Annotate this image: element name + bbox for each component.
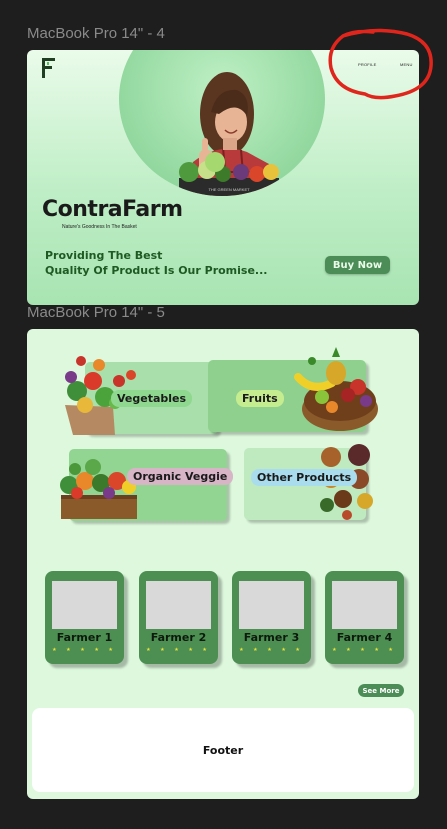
brand-tagline: Nature's Goodness In The Basket (62, 224, 137, 230)
organic-veggie-image (60, 459, 137, 519)
frame-label-4: MacBook Pro 14" - 4 (27, 25, 165, 42)
category-label-fruits: Fruits (236, 390, 284, 407)
farmer-photo (52, 581, 117, 629)
farmer-name: Farmer 3 (243, 631, 300, 644)
farmer-rating-stars: ★ ★ ★ ★ ★ (239, 647, 304, 653)
buy-now-button[interactable]: Buy Now (325, 256, 390, 274)
hero-image: THE GREEN MARKET (119, 50, 325, 196)
frame-label-5: MacBook Pro 14" - 5 (27, 304, 165, 321)
promise-text: Providing The Best Quality Of Product Is… (45, 248, 267, 278)
farmer-card-3[interactable]: Farmer 3 ★ ★ ★ ★ ★ (232, 571, 311, 664)
farmer-photo (239, 581, 304, 629)
farmer-card-4[interactable]: Farmer 4 ★ ★ ★ ★ ★ (325, 571, 404, 664)
fruits-image (294, 347, 378, 431)
farmer-name: Farmer 2 (150, 631, 207, 644)
category-label-organic-veggie: Organic Veggie (127, 468, 234, 485)
crate-text: THE GREEN MARKET (208, 187, 250, 192)
promise-line-1: Providing The Best (45, 249, 163, 262)
brand-title: ContraFarm (42, 197, 183, 222)
farmer-rating-stars: ★ ★ ★ ★ ★ (146, 647, 211, 653)
farmer-name: Farmer 4 (336, 631, 393, 644)
farmer-rating-stars: ★ ★ ★ ★ ★ (52, 647, 117, 653)
farmer-photo (146, 581, 211, 629)
catalog-frame: Vegetables Fruits Organic Veggie Other P… (27, 329, 419, 799)
category-label-vegetables: Vegetables (111, 390, 193, 407)
annotation-circle (328, 28, 433, 100)
footer: Footer (32, 708, 414, 792)
farmer-photo (332, 581, 397, 629)
logo-icon[interactable] (42, 58, 56, 78)
promise-line-2: Quality Of Product Is Our Promise... (45, 264, 268, 277)
farmer-card-2[interactable]: Farmer 2 ★ ★ ★ ★ ★ (139, 571, 218, 664)
see-more-button[interactable]: See More (358, 684, 404, 697)
farmer-rating-stars: ★ ★ ★ ★ ★ (332, 647, 397, 653)
farmer-card-1[interactable]: Farmer 1 ★ ★ ★ ★ ★ (45, 571, 124, 664)
category-label-other-products: Other Products (251, 469, 358, 486)
farmer-name: Farmer 1 (56, 631, 113, 644)
